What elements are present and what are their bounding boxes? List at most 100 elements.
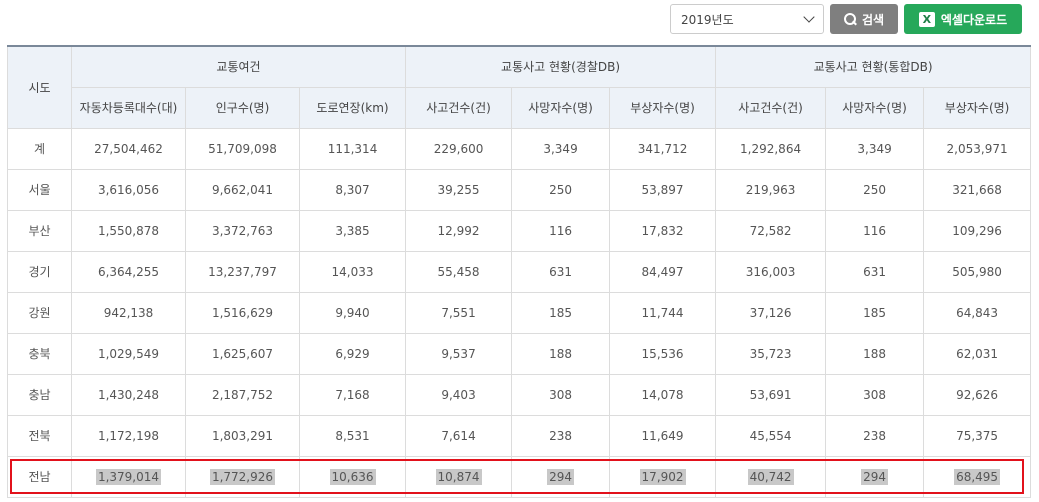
table-cell: 1,550,878 bbox=[71, 209, 186, 252]
cell-value: 37,126 bbox=[749, 305, 792, 320]
cell-value: 229,600 bbox=[433, 141, 484, 156]
cell-value: 11,649 bbox=[641, 428, 684, 443]
header-region: 시도 bbox=[7, 45, 72, 129]
table-cell: 12,992 bbox=[405, 209, 513, 252]
table-cell: 62,031 bbox=[923, 332, 1032, 375]
table-cell: 3,372,763 bbox=[185, 209, 300, 252]
table-cell: 1,172,198 bbox=[71, 414, 186, 457]
cell-value: 942,138 bbox=[103, 305, 154, 320]
table-cell: 15,536 bbox=[609, 332, 717, 375]
table-row: 전남 1,379,014 1,772,926 10,636 10,874 294 17,90… bbox=[7, 455, 1032, 498]
cell-value: 10,874 bbox=[435, 468, 482, 485]
table-cell: 9,940 bbox=[298, 291, 407, 334]
table-cell: 1,029,549 bbox=[71, 332, 186, 375]
table-cell: 13,237,797 bbox=[185, 250, 300, 293]
table-cell: 185 bbox=[825, 291, 925, 334]
toolbar: 2019년도 검색 X 엑셀다운로드 bbox=[670, 4, 1022, 34]
table-cell: 6,929 bbox=[298, 332, 407, 375]
table-cell: 17,832 bbox=[609, 209, 717, 252]
table-cell: 229,600 bbox=[405, 127, 513, 170]
year-select[interactable]: 2019년도 bbox=[670, 4, 824, 34]
table-cell: 116 bbox=[511, 209, 611, 252]
cell-value: 7,168 bbox=[335, 387, 370, 402]
cell-value: 9,537 bbox=[441, 346, 476, 361]
row-region: 충남 bbox=[7, 373, 72, 416]
cell-value: 13,237,797 bbox=[208, 264, 277, 279]
excel-download-label: 엑셀다운로드 bbox=[940, 12, 1008, 27]
excel-download-button[interactable]: X 엑셀다운로드 bbox=[904, 4, 1022, 34]
table-cell: 188 bbox=[511, 332, 611, 375]
search-button[interactable]: 검색 bbox=[830, 4, 898, 34]
cell-value: 35,723 bbox=[749, 346, 792, 361]
cell-value: 250 bbox=[549, 182, 572, 197]
table-cell: 238 bbox=[511, 414, 611, 457]
table-cell: 75,375 bbox=[923, 414, 1032, 457]
table-cell: 9,537 bbox=[405, 332, 513, 375]
cell-value: 1,803,291 bbox=[211, 428, 274, 443]
table-cell: 1,772,926 bbox=[185, 455, 300, 498]
cell-value: 321,668 bbox=[952, 182, 1002, 197]
header-road-length: 도로연장(km) bbox=[298, 86, 407, 129]
table-cell: 17,902 bbox=[609, 455, 717, 498]
table-cell: 942,138 bbox=[71, 291, 186, 334]
table-cell: 3,616,056 bbox=[71, 168, 186, 211]
table-cell: 1,292,864 bbox=[715, 127, 827, 170]
table-cell: 3,349 bbox=[511, 127, 611, 170]
cell-value: 92,626 bbox=[956, 387, 999, 402]
table-body: 계 27,504,462 51,709,098 111,314 229,600 3,349… bbox=[7, 127, 1032, 498]
cell-value: 238 bbox=[863, 428, 887, 443]
cell-value: 53,691 bbox=[749, 387, 792, 402]
header-group-conditions: 교통여건 bbox=[70, 45, 407, 88]
header-vehicle-registrations: 자동차등록대수(대) bbox=[71, 86, 186, 129]
cell-value: 9,403 bbox=[441, 387, 476, 402]
cell-value: 1,292,864 bbox=[740, 141, 802, 156]
table-cell: 35,723 bbox=[715, 332, 827, 375]
header-police-accidents: 사고건수(건) bbox=[405, 86, 513, 129]
cell-value: 250 bbox=[863, 182, 887, 197]
cell-value: 3,349 bbox=[543, 141, 578, 156]
table-cell: 238 bbox=[825, 414, 925, 457]
chevron-down-icon bbox=[803, 11, 815, 23]
cell-value: 1,516,629 bbox=[211, 305, 274, 320]
table-cell: 316,003 bbox=[715, 250, 827, 293]
row-region: 전남 bbox=[7, 455, 72, 498]
table-cell: 116 bbox=[825, 209, 925, 252]
row-region: 강원 bbox=[7, 291, 72, 334]
cell-value: 27,504,462 bbox=[94, 141, 163, 156]
cell-value: 14,078 bbox=[641, 387, 684, 402]
table-cell: 1,516,629 bbox=[185, 291, 300, 334]
table-cell: 92,626 bbox=[923, 373, 1032, 416]
table-cell: 109,296 bbox=[923, 209, 1032, 252]
cell-value: 3,349 bbox=[857, 141, 892, 156]
cell-value: 116 bbox=[549, 223, 572, 238]
table-cell: 11,649 bbox=[609, 414, 717, 457]
cell-value: 238 bbox=[549, 428, 572, 443]
cell-value: 1,430,248 bbox=[97, 387, 160, 402]
table-row: 서울 3,616,056 9,662,041 8,307 39,255 250 53,897… bbox=[7, 168, 1032, 211]
cell-value: 68,495 bbox=[954, 468, 1001, 485]
search-button-label: 검색 bbox=[861, 12, 885, 27]
table-row: 강원 942,138 1,516,629 9,940 7,551 185 11,744 37,… bbox=[7, 291, 1032, 334]
table-cell: 40,742 bbox=[715, 455, 827, 498]
cell-value: 39,255 bbox=[437, 182, 480, 197]
table-cell: 53,691 bbox=[715, 373, 827, 416]
cell-value: 10,636 bbox=[329, 468, 376, 485]
cell-value: 109,296 bbox=[952, 223, 1002, 238]
cell-value: 8,531 bbox=[335, 428, 370, 443]
table-cell: 294 bbox=[511, 455, 611, 498]
table-cell: 3,385 bbox=[298, 209, 407, 252]
cell-value: 7,614 bbox=[441, 428, 476, 443]
cell-value: 185 bbox=[549, 305, 572, 320]
cell-value: 308 bbox=[549, 387, 572, 402]
table-cell: 321,668 bbox=[923, 168, 1032, 211]
table-cell: 51,709,098 bbox=[185, 127, 300, 170]
cell-value: 9,940 bbox=[335, 305, 370, 320]
cell-value: 15,536 bbox=[641, 346, 684, 361]
table-cell: 7,168 bbox=[298, 373, 407, 416]
row-region: 계 bbox=[7, 127, 72, 170]
search-icon bbox=[843, 13, 856, 25]
table-cell: 6,364,255 bbox=[71, 250, 186, 293]
cell-value: 188 bbox=[863, 346, 887, 361]
table-cell: 8,531 bbox=[298, 414, 407, 457]
table-cell: 185 bbox=[511, 291, 611, 334]
